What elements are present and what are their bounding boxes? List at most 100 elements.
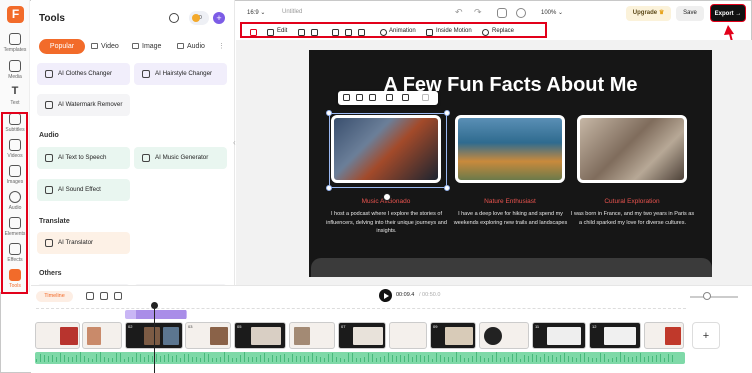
photo-culture[interactable] [577, 115, 687, 183]
split-icon[interactable] [86, 292, 94, 300]
tool-card-watermark-remover[interactable]: AI Watermark Remover [37, 94, 130, 116]
replace-button[interactable]: Replace [492, 28, 514, 34]
export-button[interactable]: Export → [710, 4, 746, 22]
tab-popular[interactable]: Popular [39, 39, 85, 54]
tool-card-sound-effect[interactable]: AI Sound Effect [37, 179, 130, 201]
capture-icon[interactable] [497, 8, 507, 18]
tab-audio[interactable]: Audio [177, 39, 205, 54]
resize-handle[interactable] [326, 185, 332, 191]
scene-clip[interactable] [82, 322, 122, 349]
waveform-bar [140, 354, 141, 362]
card-description[interactable]: I host a podcast where I explore the sto… [324, 210, 449, 236]
waveform-bar [132, 356, 133, 362]
redo-icon[interactable]: ↷ [474, 8, 484, 18]
upgrade-button[interactable]: Upgrade ♛ [626, 6, 671, 21]
scene-clip[interactable] [479, 322, 529, 349]
waveform-bar [664, 358, 665, 362]
card-title[interactable]: Cutural Exploration [567, 198, 697, 205]
text-icon: T [11, 85, 19, 97]
lock-icon[interactable] [369, 94, 376, 101]
waveform-bar [548, 355, 549, 362]
project-title[interactable]: Untitled [282, 9, 302, 15]
animation-button[interactable]: Animation [389, 28, 416, 34]
duplicate-icon[interactable] [386, 94, 393, 101]
tool-card-text-to-speech[interactable]: AI Text to Speech [37, 147, 130, 169]
rotate-handle-icon[interactable] [383, 193, 391, 201]
current-time: 00:09.4 [396, 292, 415, 298]
audio-waveform-track[interactable] [35, 352, 685, 364]
card-description[interactable]: I was born in France, and my two years i… [570, 210, 695, 227]
scene-clip[interactable] [35, 322, 80, 349]
waveform-bar [48, 355, 49, 362]
tab-image[interactable]: Image [132, 39, 161, 54]
scene-clip[interactable]: 09 [430, 322, 476, 349]
scene-clip[interactable] [289, 322, 335, 349]
waveform-bar [672, 355, 673, 362]
tool-label: AI Clothes Changer [58, 70, 112, 77]
play-button[interactable] [379, 289, 392, 302]
waveform-bar [644, 356, 645, 362]
card-description[interactable]: I have a deep love for hiking and spend … [448, 210, 573, 227]
help-icon[interactable] [516, 8, 526, 18]
waveform-bar [284, 354, 285, 362]
ai-magic-icon[interactable] [250, 29, 257, 36]
inside-motion-button[interactable]: Inside Motion [436, 28, 472, 34]
scene-clip[interactable]: 12 [589, 322, 641, 349]
layers-icon[interactable] [343, 94, 350, 101]
aspect-ratio-select[interactable]: 16:9 ⌄ [247, 9, 265, 16]
crop-icon[interactable] [298, 29, 305, 36]
add-scene-button[interactable]: + [692, 322, 720, 349]
tool-card-hairstyle-changer[interactable]: AI Hairstyle Changer [134, 63, 227, 85]
scene-clip[interactable]: 05 [234, 322, 286, 349]
edit-button[interactable]: Edit [277, 28, 287, 34]
undo-icon[interactable]: ↶ [455, 8, 465, 18]
timeline-zoom-slider[interactable] [690, 296, 738, 298]
delete-icon[interactable] [114, 292, 122, 300]
tool-card-clothes-changer[interactable]: AI Clothes Changer [37, 63, 130, 85]
search-icon[interactable] [169, 13, 179, 23]
tabs-more-icon[interactable]: ⋮ [218, 39, 225, 54]
corner-radius-icon[interactable] [358, 29, 365, 36]
scene-clip[interactable] [389, 322, 427, 349]
resize-handle[interactable] [326, 110, 332, 116]
flip-icon[interactable] [311, 29, 318, 36]
duplicate-icon[interactable] [100, 292, 108, 300]
coin-balance[interactable]: 0 [189, 11, 209, 25]
mask-icon[interactable] [345, 29, 352, 36]
waveform-bar [412, 357, 413, 362]
timeline-toggle[interactable]: Timeline [36, 291, 73, 302]
adjust-icon[interactable] [332, 29, 339, 36]
waveform-bar [476, 352, 477, 362]
rail-item-media[interactable]: Media [0, 60, 30, 80]
rail-item-text[interactable]: T Text [0, 85, 30, 107]
scene-clip[interactable]: 11 [532, 322, 586, 349]
more-icon[interactable] [422, 94, 429, 101]
waveform-bar [588, 357, 589, 362]
scene-clip[interactable] [644, 322, 684, 349]
resize-handle[interactable] [444, 110, 450, 116]
tool-card-music-generator[interactable]: AI Music Generator [134, 147, 227, 169]
waveform-bar [564, 353, 565, 362]
waveform-bar [456, 352, 457, 362]
zoom-select[interactable]: 100% ⌄ [541, 9, 563, 16]
clip-number: 05 [237, 324, 242, 329]
photo-nature[interactable] [455, 115, 565, 183]
save-button[interactable]: Save [676, 6, 704, 21]
audio-clip-selected[interactable] [136, 310, 186, 319]
playhead-handle[interactable] [151, 302, 158, 309]
tool-card-translator[interactable]: AI Translator [37, 232, 130, 254]
scene-clip[interactable]: 03 [185, 322, 231, 349]
rail-item-templates[interactable]: Templates [0, 33, 30, 53]
add-coins-button[interactable]: + [213, 12, 225, 24]
waveform-bar [320, 356, 321, 362]
waveform-bar [44, 355, 45, 362]
align-icon[interactable] [356, 94, 363, 101]
card-title[interactable]: Nature Enthusiast [445, 198, 575, 205]
timeline-zoom-knob[interactable] [703, 292, 711, 300]
delete-icon[interactable] [402, 94, 409, 101]
tab-video[interactable]: Video [91, 39, 119, 54]
resize-handle[interactable] [444, 185, 450, 191]
scene-clip[interactable]: 07 [338, 322, 386, 349]
app-logo: F [7, 6, 24, 23]
waveform-bar [372, 353, 373, 362]
